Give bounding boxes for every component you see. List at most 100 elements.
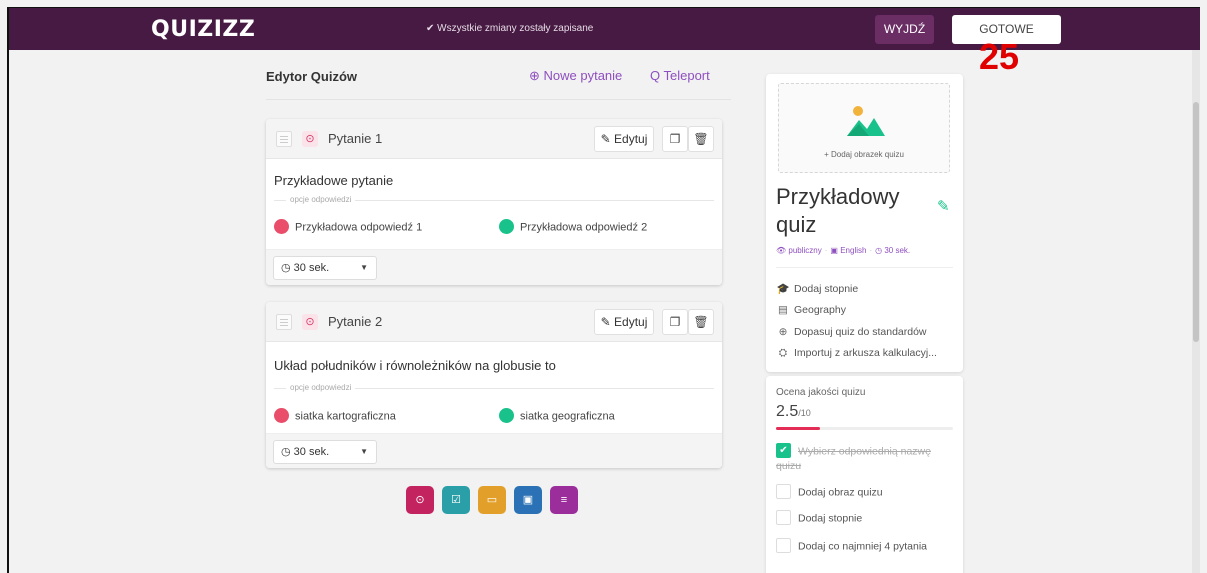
caret-down-icon: ▼	[360, 263, 368, 272]
quality-score: 2.5/10	[776, 403, 811, 421]
time-select[interactable]: ◷ 30 sek. ▼	[273, 256, 377, 280]
question-footer: ◷ 30 sek. ▼	[266, 433, 722, 468]
multiple-choice-icon: ⊙	[302, 131, 318, 147]
checkbox[interactable]	[776, 484, 791, 499]
checkbox-icon[interactable]: ☑	[442, 486, 470, 514]
checklist-item[interactable]: Dodaj obraz quizu	[776, 484, 883, 500]
open-ended-icon[interactable]: ≡	[550, 486, 578, 514]
exit-button[interactable]: WYJDŹ	[875, 15, 934, 44]
time-value: 30 sek.	[293, 262, 330, 274]
visibility[interactable]: publiczny	[788, 246, 821, 255]
question-label: Pytanie 1	[328, 131, 383, 146]
scrollbar-thumb[interactable]	[1193, 102, 1199, 342]
subject-link[interactable]: ▤ Geography	[776, 304, 846, 316]
question-footer: ◷ 30 sek. ▼	[266, 249, 722, 285]
options-caption: opcje odpowiedzi	[286, 383, 356, 392]
answer-option: siatka geograficzna	[499, 408, 615, 424]
default-time[interactable]: 30 sek.	[884, 246, 910, 255]
options-caption: opcje odpowiedzi	[286, 195, 356, 204]
link-label: Geography	[794, 304, 846, 316]
eye-icon: 👁	[776, 246, 787, 255]
app-window: QUIZIZZ ✔ Wszystkie zmiany zostały zapis…	[7, 7, 1200, 573]
teleport-button[interactable]: Q Teleport	[650, 68, 710, 83]
incorrect-dot-icon	[274, 408, 289, 423]
checkbox[interactable]	[776, 510, 791, 525]
quiz-title: Przykładowy quiz	[776, 184, 900, 237]
checklist-text: Wybierz odpowiednią nazwę quizu	[776, 445, 931, 472]
spreadsheet-icon: ⛭	[778, 347, 788, 359]
caret-down-icon: ▼	[360, 447, 368, 456]
checklist-text: Dodaj obraz quizu	[798, 486, 883, 499]
time-value: 30 sek.	[293, 446, 330, 458]
divider	[776, 267, 953, 268]
time-select[interactable]: ◷ 30 sek. ▼	[273, 440, 377, 464]
edit-label: Edytuj	[614, 132, 648, 146]
fill-blank-icon[interactable]: ▭	[478, 486, 506, 514]
question-card: ⊙ Pytanie 1 ✎ Edytuj ❐ 🗑 Przykładowe pyt…	[266, 119, 722, 285]
quality-progress-fill	[776, 427, 821, 430]
import-spreadsheet-link[interactable]: ⛭ Importuj z arkusza kalkulacyj...	[776, 347, 937, 360]
edit-title-pencil-icon[interactable]: ✎	[937, 197, 950, 215]
divider	[266, 99, 731, 100]
question-label: Pytanie 2	[328, 314, 383, 329]
checkbox-checked-icon[interactable]: ✔	[776, 443, 791, 458]
checklist-item[interactable]: Dodaj co najmniej 4 pytania	[776, 538, 927, 554]
multiple-choice-icon[interactable]: ⊙	[406, 486, 434, 514]
language[interactable]: English	[840, 246, 866, 255]
page-scrollbar[interactable]	[1192, 50, 1200, 573]
link-label: Importuj z arkusza kalkulacyj...	[794, 347, 937, 359]
pencil-icon: ✎	[600, 132, 615, 146]
answer-text: Przykładowa odpowiedź 1	[295, 221, 423, 234]
quizizz-logo[interactable]: QUIZIZZ	[151, 17, 255, 42]
score-max: /10	[798, 408, 811, 418]
incorrect-dot-icon	[274, 219, 289, 234]
answer-text: Przykładowa odpowiedź 2	[520, 221, 648, 234]
score-value: 2.5	[776, 403, 799, 420]
edit-button[interactable]: ✎ Edytuj	[594, 126, 654, 152]
add-grades-link[interactable]: 🎓 Dodaj stopnie	[776, 282, 858, 295]
quality-progress-bar	[776, 427, 953, 430]
answer-option: siatka kartograficzna	[274, 408, 396, 424]
question-text: Przykładowe pytanie	[274, 173, 394, 188]
pencil-icon: ✎	[600, 315, 615, 329]
trash-icon[interactable]: 🗑	[688, 309, 714, 335]
clock-icon: ◷	[281, 446, 291, 458]
duplicate-icon[interactable]: ❐	[662, 309, 688, 335]
drag-handle-icon[interactable]	[276, 314, 292, 330]
overlay-number: 25	[979, 36, 1020, 77]
checklist-text: Dodaj co najmniej 4 pytania	[798, 540, 927, 553]
checklist-item[interactable]: Dodaj stopnie	[776, 510, 863, 526]
answer-text: siatka geograficzna	[520, 410, 615, 423]
question-header: ⊙ Pytanie 1 ✎ Edytuj ❐ 🗑	[266, 119, 722, 159]
quiz-meta: 👁 publiczny · ▣ English · ◷ 30 sek.	[776, 246, 911, 255]
correct-dot-icon	[499, 408, 514, 423]
edit-button[interactable]: ✎ Edytuj	[594, 309, 654, 335]
checkbox[interactable]	[776, 538, 791, 553]
quiz-details-panel: + Dodaj obrazek quizu Przykładowy quiz ✎…	[766, 74, 963, 372]
question-card: ⊙ Pytanie 2 ✎ Edytuj ❐ 🗑 Układ południkó…	[266, 302, 722, 468]
question-text: Układ południków i równoleżników na glob…	[274, 358, 556, 373]
checklist-text: Dodaj stopnie	[798, 512, 863, 525]
link-label: Dodaj stopnie	[794, 283, 859, 295]
book-icon: ▤	[778, 304, 788, 316]
poll-icon[interactable]: ▣	[514, 486, 542, 514]
drag-handle-icon[interactable]	[276, 131, 292, 147]
align-standards-link[interactable]: ⊕ Dopasuj quiz do standardów	[776, 326, 927, 338]
answer-option: Przykładowa odpowiedź 1	[274, 219, 423, 235]
duplicate-icon[interactable]: ❐	[662, 126, 688, 152]
link-label: Dopasuj quiz do standardów	[794, 326, 927, 338]
checklist-item[interactable]: ✔ Wybierz odpowiednią nazwę quizu	[776, 443, 946, 473]
quality-label: Ocena jakości quizu	[776, 387, 866, 398]
correct-dot-icon	[499, 219, 514, 234]
new-question-button[interactable]: ⊕ Nowe pytanie	[529, 68, 622, 84]
clock-icon: ◷	[875, 246, 883, 255]
add-quiz-image-area[interactable]: + Dodaj obrazek quizu	[778, 83, 950, 173]
question-header: ⊙ Pytanie 2 ✎ Edytuj ❐ 🗑	[266, 302, 722, 342]
save-status: ✔ Wszystkie zmiany zostały zapisane	[426, 23, 594, 34]
language-icon: ▣	[830, 246, 838, 255]
trash-icon[interactable]: 🗑	[688, 126, 714, 152]
editor-title: Edytor Quizów	[266, 69, 357, 84]
clock-icon: ◷	[281, 262, 291, 274]
answer-option: Przykładowa odpowiedź 2	[499, 219, 648, 235]
answer-text: siatka kartograficzna	[295, 410, 396, 423]
